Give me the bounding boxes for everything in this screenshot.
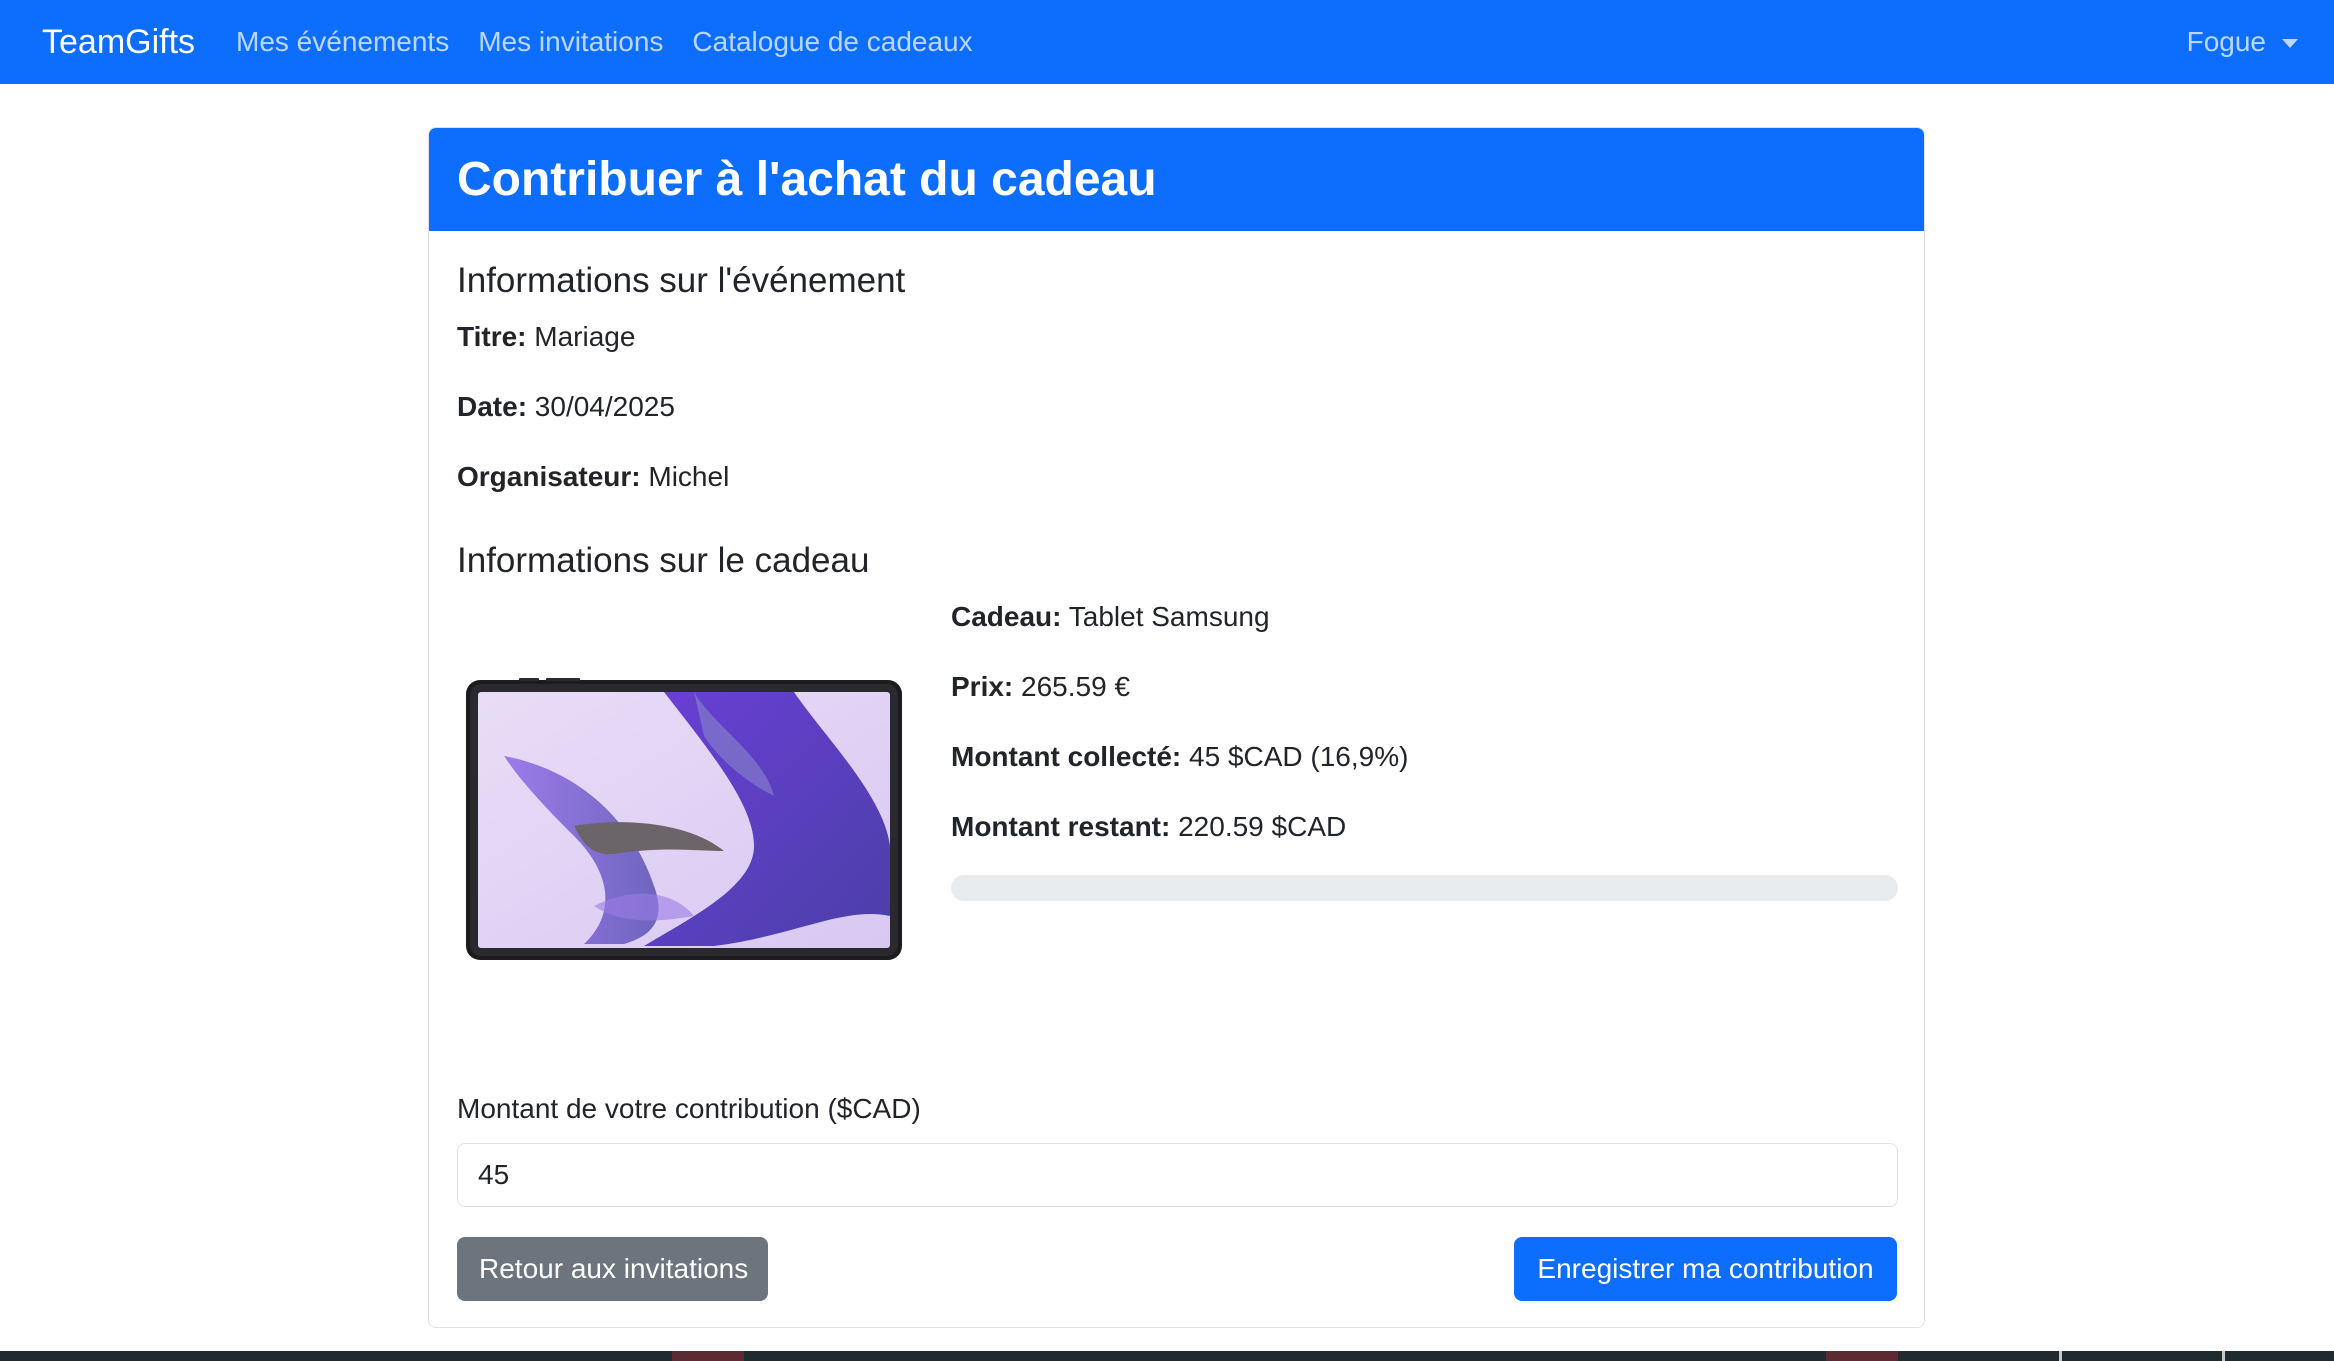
save-contribution-button[interactable]: Enregistrer ma contribution [1514, 1237, 1897, 1301]
contribution-amount-label: Montant de votre contribution ($CAD) [457, 1093, 921, 1124]
event-title-value: Mariage [534, 321, 636, 352]
nav-links: Mes événements Mes invitations Catalogue… [236, 0, 1002, 84]
gift-price-line: Prix: 265.59 € [951, 671, 1130, 703]
event-title-label: Titre: [457, 321, 527, 352]
event-section-title: Informations sur l'événement [457, 261, 906, 300]
collection-progress-bar [951, 875, 1898, 901]
gift-name-line: Cadeau: Tablet Samsung [951, 601, 1270, 633]
event-date-value: 30/04/2025 [534, 391, 675, 422]
brand-logo[interactable]: TeamGifts [42, 0, 195, 84]
user-name: Fogue [2186, 26, 2266, 57]
event-title-line: Titre: Mariage [457, 321, 635, 353]
event-date-line: Date: 30/04/2025 [457, 391, 675, 423]
collected-amount-line: Montant collecté: 45 $CAD (16,9%) [951, 741, 1408, 773]
chevron-down-icon [2282, 38, 2298, 48]
collected-amount-value: 45 $CAD (16,9%) [1189, 741, 1409, 772]
nav-link-gift-catalog[interactable]: Catalogue de cadeaux [692, 26, 972, 58]
gift-name-label: Cadeau: [951, 601, 1062, 632]
back-to-invitations-button[interactable]: Retour aux invitations [457, 1237, 768, 1301]
remaining-amount-value: 220.59 $CAD [1178, 811, 1347, 842]
gift-name-value: Tablet Samsung [1068, 601, 1270, 632]
gift-section-title: Informations sur le cadeau [457, 541, 870, 580]
event-organizer-value: Michel [648, 461, 730, 492]
gift-price-value: 265.59 € [1021, 671, 1131, 702]
user-menu-dropdown[interactable]: Fogue [2187, 0, 2298, 84]
nav-link-events[interactable]: Mes événements [236, 26, 449, 58]
event-organizer-label: Organisateur: [457, 461, 641, 492]
remaining-amount-line: Montant restant: 220.59 $CAD [951, 811, 1346, 843]
event-organizer-line: Organisateur: Michel [457, 461, 729, 493]
tablet-image [466, 678, 902, 960]
remaining-amount-label: Montant restant: [951, 811, 1171, 842]
top-navbar: TeamGifts Mes événements Mes invitations… [0, 0, 2334, 84]
contribution-amount-input[interactable] [457, 1143, 1898, 1207]
os-taskbar [0, 1351, 2334, 1361]
nav-link-invitations[interactable]: Mes invitations [478, 26, 663, 58]
collected-amount-label: Montant collecté: [951, 741, 1182, 772]
card-header: Contribuer à l'achat du cadeau [429, 128, 1924, 231]
event-date-label: Date: [457, 391, 528, 422]
gift-price-label: Prix: [951, 671, 1014, 702]
page-title: Contribuer à l'achat du cadeau [457, 153, 1157, 206]
contribution-card: Contribuer à l'achat du cadeau Informati… [428, 127, 1925, 1328]
